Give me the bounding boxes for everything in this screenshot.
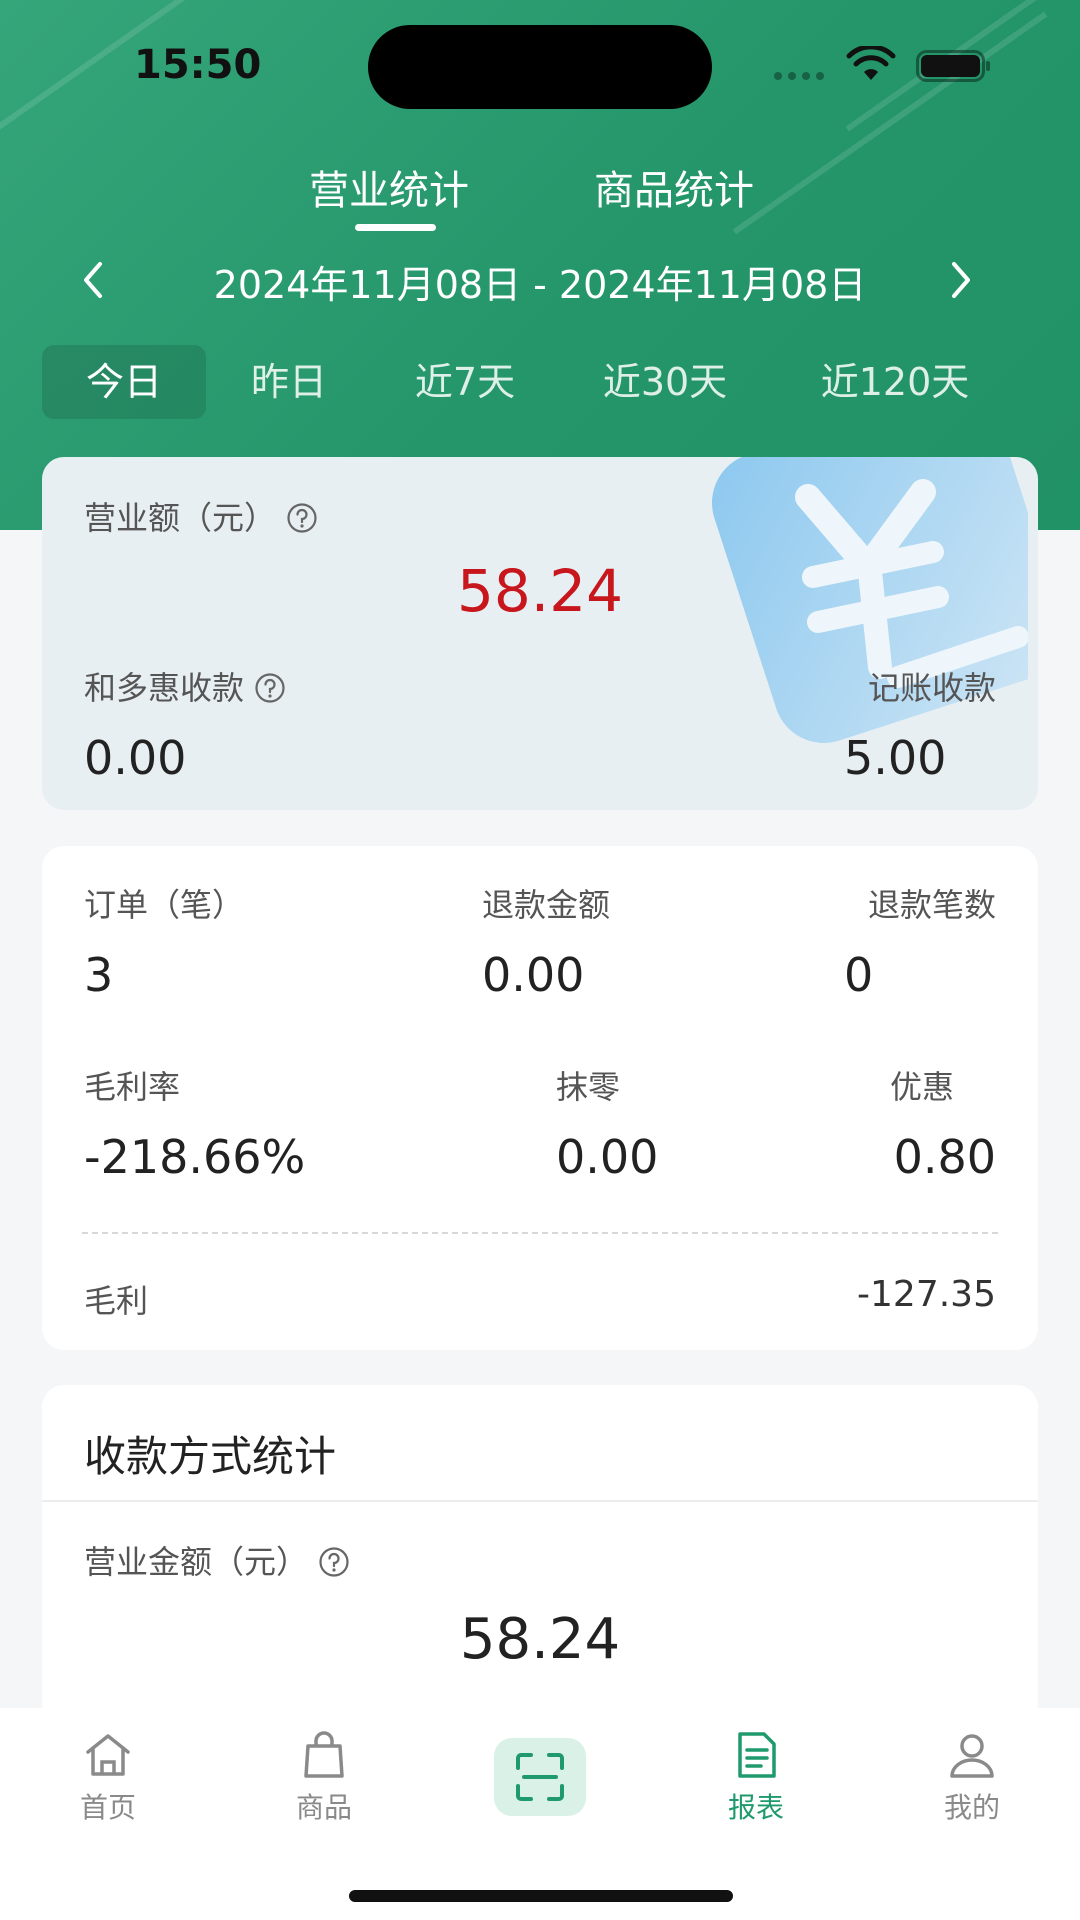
hedohui-label-text: 和多惠收款: [84, 669, 245, 707]
help-icon[interactable]: [254, 672, 286, 704]
bookkeeping-value: 5.00: [844, 731, 947, 785]
rounding-value: 0.00: [556, 1130, 659, 1184]
dynamic-island: [368, 25, 712, 109]
payment-amount-value: 58.24: [459, 1607, 621, 1672]
help-icon[interactable]: [318, 1546, 350, 1578]
refund-count-value: 0: [844, 948, 874, 1002]
home-icon: [86, 1734, 130, 1776]
payment-amount-label-text: 营业金额（元）: [84, 1543, 309, 1581]
revenue-card: 营业额（元） 58.24 和多惠收款 0.00 记账收款 5.00: [42, 457, 1038, 810]
nav-reports[interactable]: 报表: [686, 1730, 826, 1826]
gross-profit-value: -127.35: [857, 1274, 996, 1315]
revenue-title-text: 营业额（元）: [84, 499, 277, 537]
home-indicator: [349, 1890, 733, 1902]
range-yesterday[interactable]: 昨日: [224, 345, 354, 419]
hedohui-value: 0.00: [84, 731, 187, 785]
discount-label: 优惠: [890, 1068, 955, 1106]
tab-product-stats[interactable]: 商品统计: [594, 158, 754, 216]
range-today[interactable]: 今日: [42, 345, 206, 419]
discount-value: 0.80: [893, 1130, 996, 1184]
nav-profile-label: 我的: [943, 1791, 1000, 1824]
hedohui-label: 和多惠收款: [84, 663, 286, 709]
report-icon: [738, 1732, 776, 1778]
revenue-title: 营业额（元）: [84, 493, 318, 539]
tab-active-indicator: [355, 224, 436, 231]
nav-home[interactable]: 首页: [38, 1730, 178, 1826]
nav-home-label: 首页: [79, 1791, 136, 1824]
nav-products[interactable]: 商品: [254, 1730, 394, 1826]
bag-icon: [304, 1731, 344, 1778]
payment-method-title: 收款方式统计: [84, 1432, 337, 1481]
nav-products-label: 商品: [295, 1791, 352, 1824]
refund-amount-value: 0.00: [482, 948, 585, 1002]
orders-value: 3: [84, 948, 114, 1002]
nav-profile[interactable]: 我的: [902, 1730, 1042, 1826]
payment-amount-label: 营业金额（元）: [84, 1537, 350, 1583]
payment-method-card: 收款方式统计 营业金额（元） 58.24: [42, 1385, 1038, 1725]
divider: [42, 1500, 1038, 1502]
signal-icon: [774, 72, 824, 80]
refund-amount-label: 退款金额: [482, 886, 611, 924]
status-time: 15:50: [134, 42, 262, 88]
date-range-label: 2024年11月08日 - 2024年11月08日: [213, 263, 867, 307]
help-icon[interactable]: [286, 502, 318, 534]
scan-icon: [516, 1753, 564, 1801]
scan-button[interactable]: [494, 1738, 586, 1816]
nav-reports-label: 报表: [727, 1791, 784, 1824]
range-30-days[interactable]: 近30天: [585, 345, 745, 419]
divider: [82, 1232, 998, 1234]
gross-margin-value: -218.66%: [84, 1130, 306, 1184]
range-120-days[interactable]: 近120天: [800, 345, 990, 419]
orders-card: 订单（笔） 3 退款金额 0.00 退款笔数 0 毛利率 -218.66% 抹零…: [42, 846, 1038, 1350]
gross-margin-label: 毛利率: [84, 1068, 181, 1106]
refund-count-label: 退款笔数: [867, 886, 996, 924]
revenue-amount: 58.24: [456, 557, 624, 625]
orders-label: 订单（笔）: [84, 886, 245, 924]
range-7-days[interactable]: 近7天: [395, 345, 535, 419]
battery-icon: [916, 50, 990, 82]
wifi-icon: [846, 46, 896, 80]
gross-profit-label: 毛利: [84, 1282, 149, 1320]
user-icon: [950, 1734, 994, 1778]
rounding-label: 抹零: [556, 1068, 621, 1106]
bottom-navigation: 首页 商品 报表 我的: [0, 1708, 1080, 1920]
tab-business-stats[interactable]: 营业统计: [309, 158, 469, 216]
bookkeeping-label: 记账收款: [867, 669, 996, 707]
chevron-right-icon[interactable]: [940, 258, 980, 302]
